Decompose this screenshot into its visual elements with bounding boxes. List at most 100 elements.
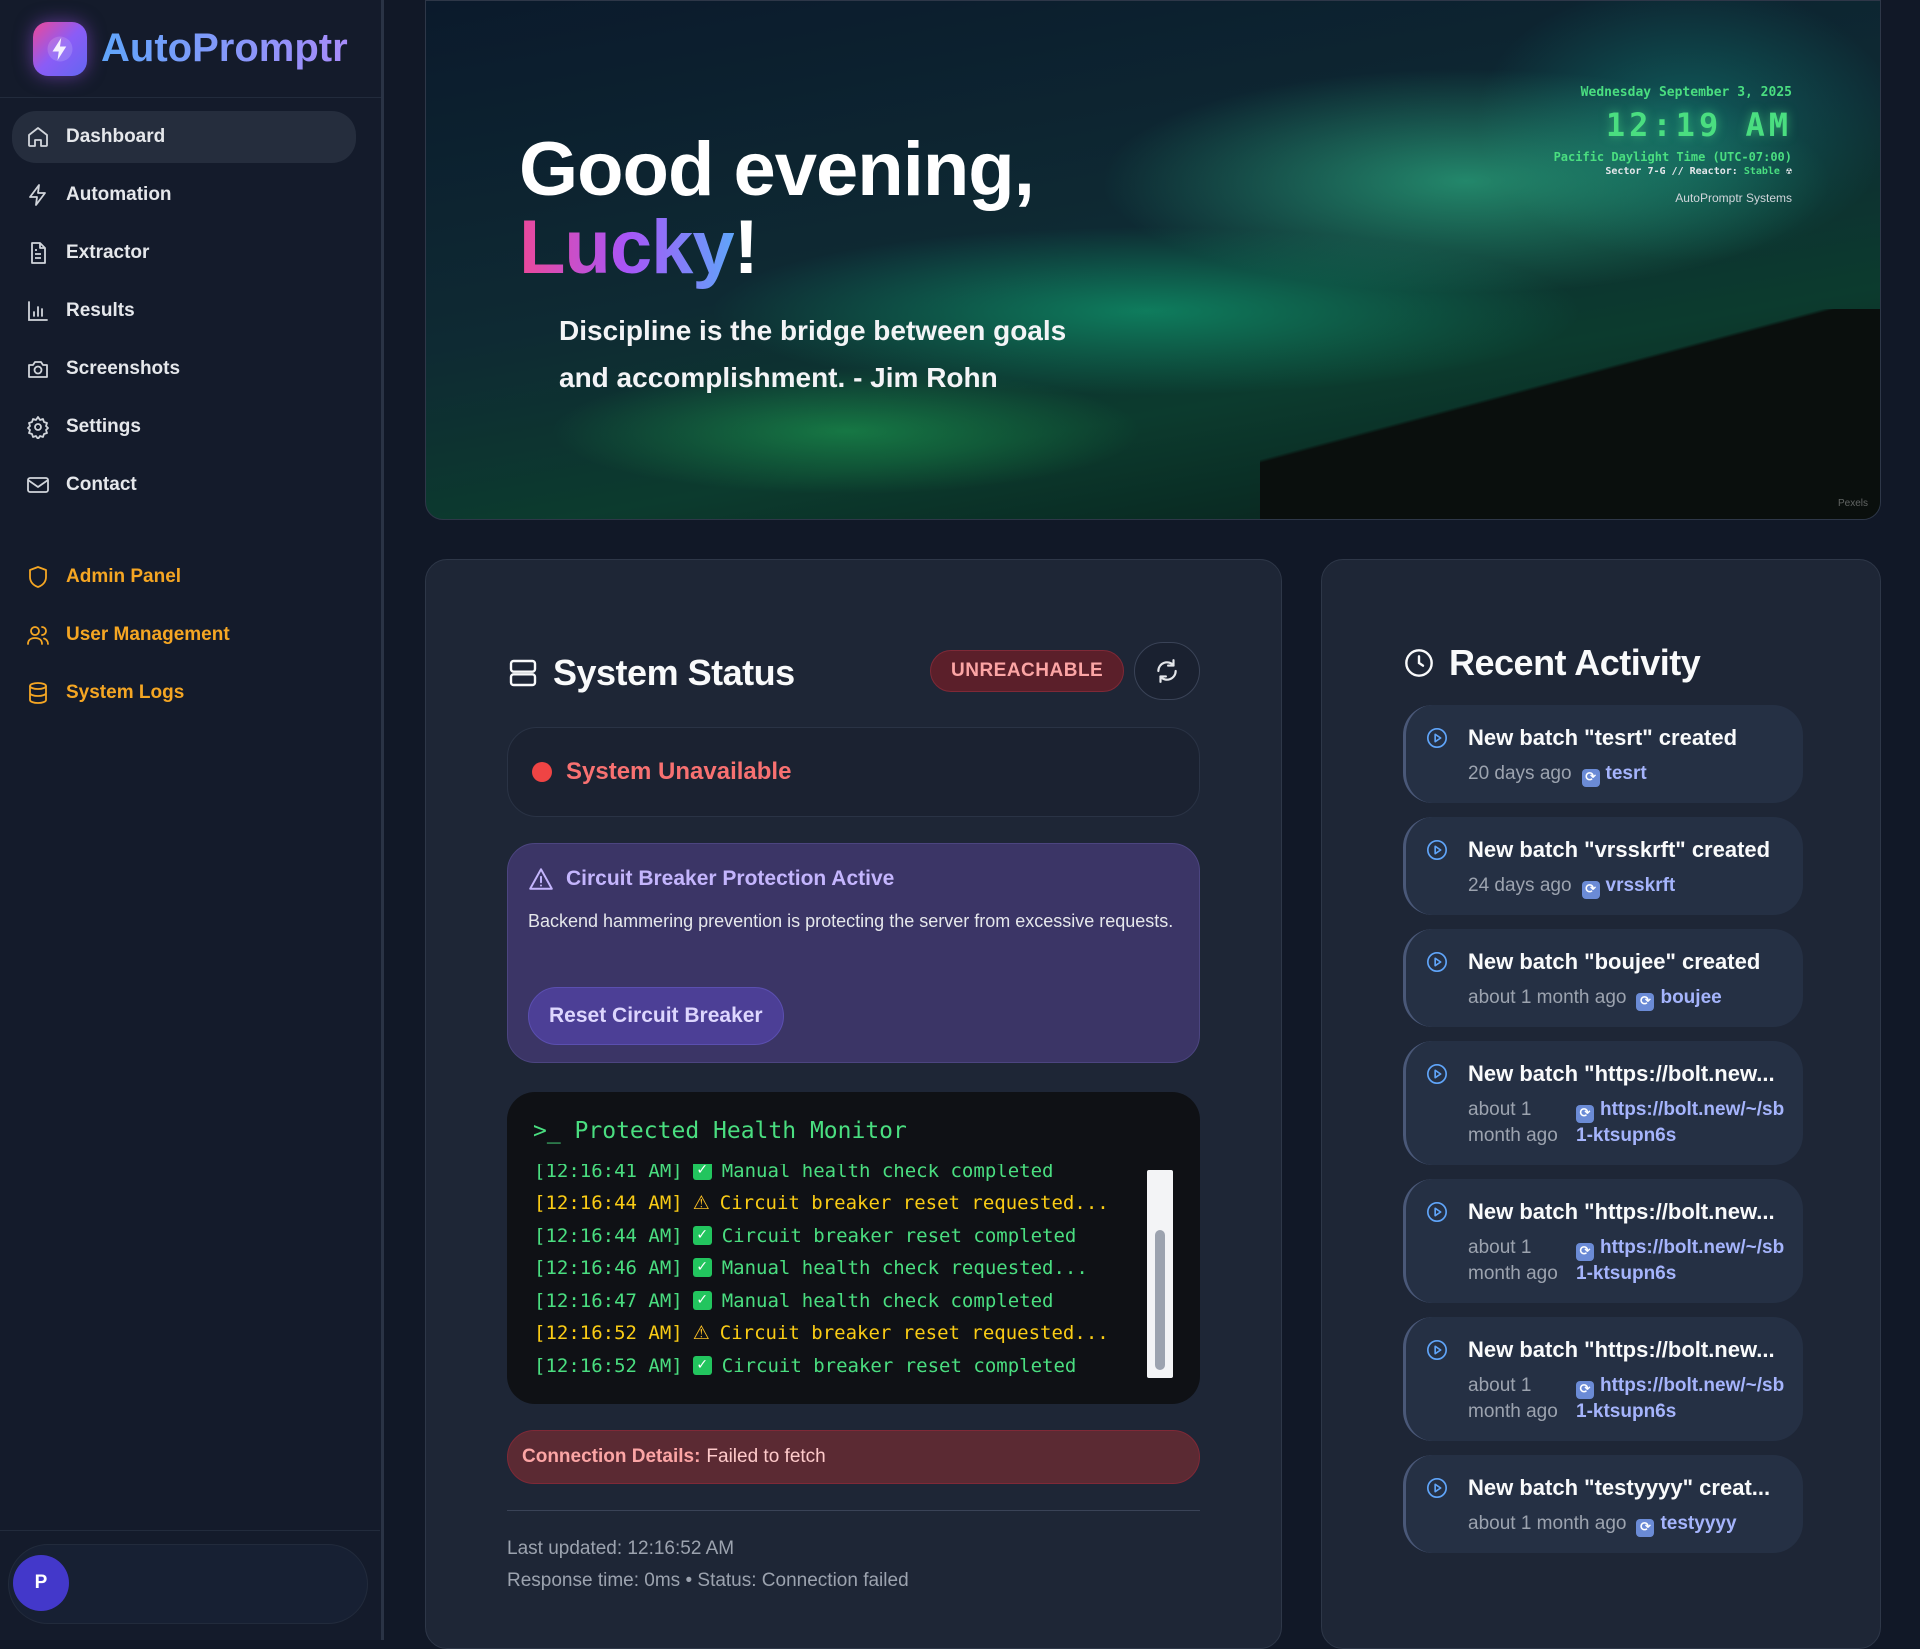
nav-system-logs[interactable]: System Logs bbox=[12, 667, 356, 719]
activity-batch-link[interactable]: ⟳ vrsskrft bbox=[1581, 873, 1676, 899]
activity-batch-link[interactable]: ⟳ https://bolt.new/~/sb1-ktsupn6s bbox=[1576, 1097, 1787, 1149]
activity-item[interactable]: New batch "https://bolt.new... about 1 mo… bbox=[1403, 1317, 1803, 1441]
nav-contact[interactable]: Contact bbox=[12, 459, 356, 511]
circuit-breaker-panel: Circuit Breaker Protection Active Backen… bbox=[507, 843, 1200, 1063]
check-icon: ✓ bbox=[692, 1290, 712, 1310]
status-badge: UNREACHABLE bbox=[930, 650, 1125, 692]
log-line: [12:16:41 AM] ✓ Manual health check comple… bbox=[534, 1164, 1109, 1187]
warning-triangle-icon bbox=[529, 868, 553, 890]
nav-dashboard-label: Dashboard bbox=[66, 126, 166, 147]
home-icon bbox=[28, 127, 48, 147]
breaker-description: Backend hammering prevention is protecti… bbox=[528, 911, 1174, 931]
activity-meta: about 1 month ago ⟳ https://bolt.new/~/sb1… bbox=[1468, 1235, 1787, 1287]
user-menu[interactable]: P bbox=[8, 1544, 368, 1624]
activity-batch-name: https://bolt.new/~/sb1-ktsupn6s bbox=[1576, 1237, 1785, 1284]
activity-meta: about 1 month ago ⟳ boujee bbox=[1468, 985, 1787, 1011]
activity-item[interactable]: New batch "https://bolt.new... about 1 mo… bbox=[1403, 1179, 1803, 1303]
activity-item[interactable]: New batch "https://bolt.new... about 1 mo… bbox=[1403, 1041, 1803, 1165]
system-state-text: System Unavailable bbox=[566, 758, 792, 785]
recent-activity-card: Recent Activity New batch "tesrt" create… bbox=[1321, 559, 1881, 1649]
camera-icon bbox=[28, 361, 48, 378]
system-status-title-text: System Status bbox=[553, 652, 795, 693]
play-circle-icon bbox=[1427, 1064, 1447, 1084]
greeting-exclaim: ! bbox=[733, 205, 759, 290]
nav-settings[interactable]: Settings bbox=[12, 401, 356, 453]
activity-batch-link[interactable]: ⟳ https://bolt.new/~/sb1-ktsupn6s bbox=[1576, 1235, 1787, 1287]
activity-item[interactable]: New batch "boujee" created about 1 month … bbox=[1403, 929, 1803, 1027]
database-icon bbox=[29, 682, 47, 704]
check-icon: ✓ bbox=[692, 1225, 712, 1245]
log-line: [12:16:52 AM] ✓ Circuit breaker reset comp… bbox=[534, 1350, 1109, 1383]
activity-title: New batch "testyyyy" creat... bbox=[1468, 1475, 1771, 1500]
clock-timezone: Pacific Daylight Time (UTC-07:00) bbox=[1553, 150, 1792, 164]
log-scrollbar-thumb[interactable] bbox=[1155, 1230, 1165, 1370]
reset-circuit-breaker-button[interactable]: Reset Circuit Breaker bbox=[528, 987, 784, 1045]
log-message: Circuit breaker reset completed bbox=[721, 1224, 1077, 1247]
activity-meta: 24 days ago ⟳ vrsskrft bbox=[1468, 873, 1787, 899]
activity-time: about 1 month ago bbox=[1468, 1375, 1558, 1422]
avatar[interactable]: P bbox=[13, 1555, 69, 1611]
log-line: [12:16:44 AM] ⚠ Circuit breaker reset requ… bbox=[534, 1187, 1109, 1220]
play-circle-icon bbox=[1427, 1478, 1447, 1498]
activity-meta: about 1 month ago ⟳ https://bolt.new/~/sb1… bbox=[1468, 1373, 1787, 1425]
play-circle-icon bbox=[1427, 952, 1447, 972]
activity-title: New batch "https://bolt.new... bbox=[1468, 1199, 1775, 1224]
activity-batch-name: vrsskrft bbox=[1605, 875, 1676, 896]
nav-extractor[interactable]: Extractor bbox=[12, 227, 356, 279]
activity-item[interactable]: New batch "tesrt" created 20 days ago ⟳ tes… bbox=[1403, 705, 1803, 803]
activity-item[interactable]: New batch "testyyyy" creat... about 1 mon… bbox=[1403, 1455, 1803, 1553]
activity-meta: about 1 month ago ⟳ https://bolt.new/~/sb1… bbox=[1468, 1097, 1787, 1149]
activity-time: 24 days ago bbox=[1468, 875, 1572, 896]
sync-icon: ⟳ bbox=[1636, 993, 1655, 1011]
divider bbox=[507, 1510, 1200, 1511]
clock-sector: Sector 7-G // Reactor: Stable ☢ bbox=[1554, 166, 1792, 177]
sync-icon: ⟳ bbox=[1576, 1243, 1594, 1261]
log-message: Circuit breaker reset requested... bbox=[719, 1322, 1109, 1344]
nav-user-management[interactable]: User Management bbox=[12, 609, 356, 661]
nav-admin-panel[interactable]: Admin Panel bbox=[12, 551, 356, 603]
log-lines: [12:16:41 AM] ✓ Manual health check comple… bbox=[534, 1164, 1109, 1382]
nav-results[interactable]: Results bbox=[12, 285, 356, 337]
play-circle-icon bbox=[1427, 1202, 1447, 1222]
admin-nav: Admin Panel User Management System Logs bbox=[12, 551, 356, 725]
nav-admin-panel-label: Admin Panel bbox=[66, 566, 182, 587]
error-dot-icon bbox=[532, 762, 552, 782]
activity-batch-link[interactable]: ⟳ boujee bbox=[1636, 985, 1722, 1011]
check-icon: ✓ bbox=[692, 1258, 712, 1277]
bar-chart-icon bbox=[28, 301, 48, 321]
nav-settings-label: Settings bbox=[66, 416, 141, 437]
log-scrollbar[interactable] bbox=[1147, 1170, 1173, 1378]
brand[interactable]: AutoPromptr bbox=[0, 0, 381, 98]
activity-batch-link[interactable]: ⟳ https://bolt.new/~/sb1-ktsupn6s bbox=[1576, 1373, 1787, 1425]
activity-batch-name: testyyyy bbox=[1660, 1513, 1737, 1534]
activity-time: about 1 month ago bbox=[1468, 1099, 1558, 1146]
nav-dashboard[interactable]: Dashboard bbox=[12, 111, 356, 163]
photo-credit[interactable]: Pexels bbox=[1838, 498, 1868, 509]
activity-time: about 1 month ago bbox=[1468, 1237, 1558, 1284]
log-timestamp: [12:16:47 AM] bbox=[534, 1289, 683, 1312]
refresh-button[interactable] bbox=[1134, 642, 1200, 700]
log-message: Manual health check completed bbox=[721, 1164, 1054, 1182]
recent-activity-title: Recent Activity bbox=[1403, 642, 1701, 684]
sync-icon: ⟳ bbox=[1581, 769, 1600, 787]
sync-icon: ⟳ bbox=[1581, 881, 1600, 899]
main-nav: Dashboard Automation Extractor Results S… bbox=[12, 111, 356, 517]
log-line: [12:16:44 AM] ✓ Circuit breaker reset comp… bbox=[534, 1220, 1109, 1253]
users-icon bbox=[27, 626, 49, 645]
activity-meta: 20 days ago ⟳ tesrt bbox=[1468, 761, 1787, 787]
log-timestamp: [12:16:44 AM] bbox=[534, 1224, 683, 1247]
clock-date: Wednesday September 3, 2025 bbox=[1580, 85, 1792, 100]
connection-details: Connection Details: Failed to fetch bbox=[507, 1430, 1200, 1484]
log-line: [12:16:52 AM] ⚠ Circuit breaker reset requ… bbox=[534, 1317, 1109, 1350]
hero-hillside bbox=[1260, 309, 1880, 519]
nav-screenshots[interactable]: Screenshots bbox=[12, 343, 356, 395]
activity-batch-name: https://bolt.new/~/sb1-ktsupn6s bbox=[1576, 1375, 1785, 1422]
activity-item[interactable]: New batch "vrsskrft" created 24 days ago ⟳… bbox=[1403, 817, 1803, 915]
activity-title: New batch "tesrt" created bbox=[1468, 725, 1738, 750]
reactor-status: Stable bbox=[1743, 166, 1780, 177]
activity-batch-link[interactable]: ⟳ testyyyy bbox=[1636, 1511, 1737, 1537]
nav-automation[interactable]: Automation bbox=[12, 169, 356, 221]
health-monitor-log[interactable]: [12:16:41 AM] ✓ Manual health check comple… bbox=[534, 1164, 1134, 1382]
connection-details-value: Failed to fetch bbox=[706, 1446, 826, 1467]
activity-batch-link[interactable]: ⟳ tesrt bbox=[1581, 761, 1647, 787]
